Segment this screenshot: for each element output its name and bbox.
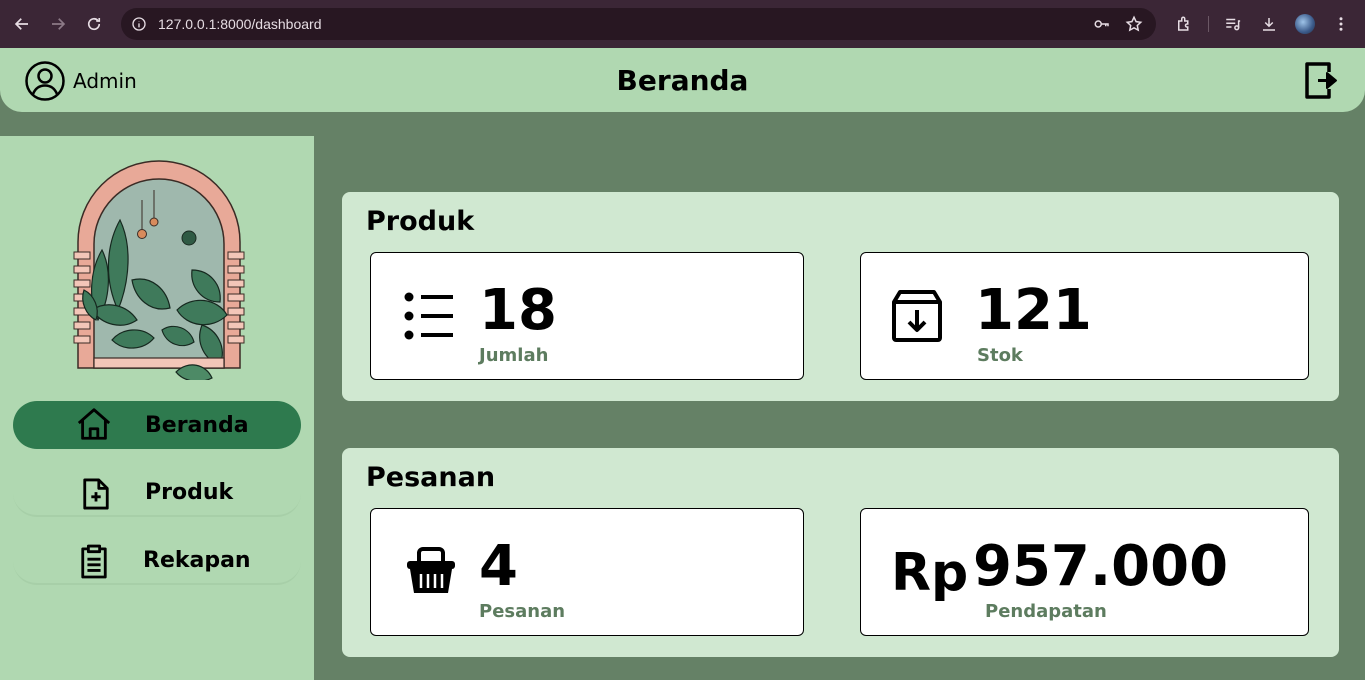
download-icon[interactable]	[1251, 6, 1287, 42]
stat-card-pesanan: 4 Pesanan	[370, 508, 804, 636]
sidebar-item-rekapan[interactable]: Rekapan	[13, 537, 301, 585]
url-text[interactable]: 127.0.0.1:8000/dashboard	[158, 16, 321, 32]
app-header: Admin Beranda	[0, 48, 1365, 112]
rupiah-icon: Rp	[891, 543, 969, 603]
stat-label: Pesanan	[479, 601, 566, 622]
stat-card-jumlah: 18 Jumlah	[370, 252, 804, 380]
list-icon	[404, 292, 453, 340]
plant-window-illustration	[73, 160, 245, 380]
archive-download-icon	[892, 290, 942, 342]
sidebar-item-label: Produk	[145, 479, 234, 505]
stat-card-stok: 121 Stok	[860, 252, 1309, 380]
reload-icon[interactable]	[76, 6, 112, 42]
clipboard-icon	[75, 543, 113, 581]
stat-value: 957.000	[973, 534, 1229, 599]
stat-label: Pendapatan	[985, 601, 1107, 622]
sidebar: Beranda Produk Rekapan	[0, 136, 314, 680]
menu-kebab-icon[interactable]	[1323, 6, 1359, 42]
file-plus-icon	[77, 475, 115, 513]
password-key-icon[interactable]	[1092, 14, 1112, 34]
sidebar-item-label: Rekapan	[143, 547, 251, 573]
stat-value: 4	[479, 534, 518, 599]
browser-toolbar: 127.0.0.1:8000/dashboard	[0, 0, 1365, 48]
extensions-icon[interactable]	[1166, 6, 1202, 42]
forward-icon[interactable]	[40, 6, 76, 42]
basket-icon	[407, 547, 455, 593]
stat-value: 121	[975, 278, 1092, 343]
section-title: Pesanan	[366, 462, 496, 493]
section-title: Produk	[366, 206, 475, 237]
sidebar-item-label: Beranda	[145, 412, 249, 438]
sidebar-item-produk[interactable]: Produk	[13, 469, 301, 517]
toolbar-separator	[1208, 16, 1209, 32]
stat-card-pendapatan: Rp 957.000 Pendapatan	[860, 508, 1309, 636]
sidebar-item-beranda[interactable]: Beranda	[13, 401, 301, 449]
page-title: Beranda	[616, 64, 749, 97]
stat-label: Stok	[977, 345, 1023, 366]
profile-avatar[interactable]	[1295, 14, 1315, 34]
address-bar[interactable]: 127.0.0.1:8000/dashboard	[121, 8, 1156, 40]
site-info-icon[interactable]	[129, 14, 149, 34]
back-icon[interactable]	[4, 6, 40, 42]
stat-label: Jumlah	[479, 345, 549, 366]
logout-icon[interactable]	[1303, 58, 1343, 102]
pesanan-section: Pesanan 4 Pesanan Rp 957.000 Pendapatan	[342, 448, 1339, 657]
stat-value: 18	[479, 278, 557, 343]
home-icon	[75, 405, 113, 443]
produk-section: Produk 18 Jumlah 121 Stok	[342, 192, 1339, 401]
media-controls-icon[interactable]	[1215, 6, 1251, 42]
bookmark-star-icon[interactable]	[1124, 14, 1144, 34]
